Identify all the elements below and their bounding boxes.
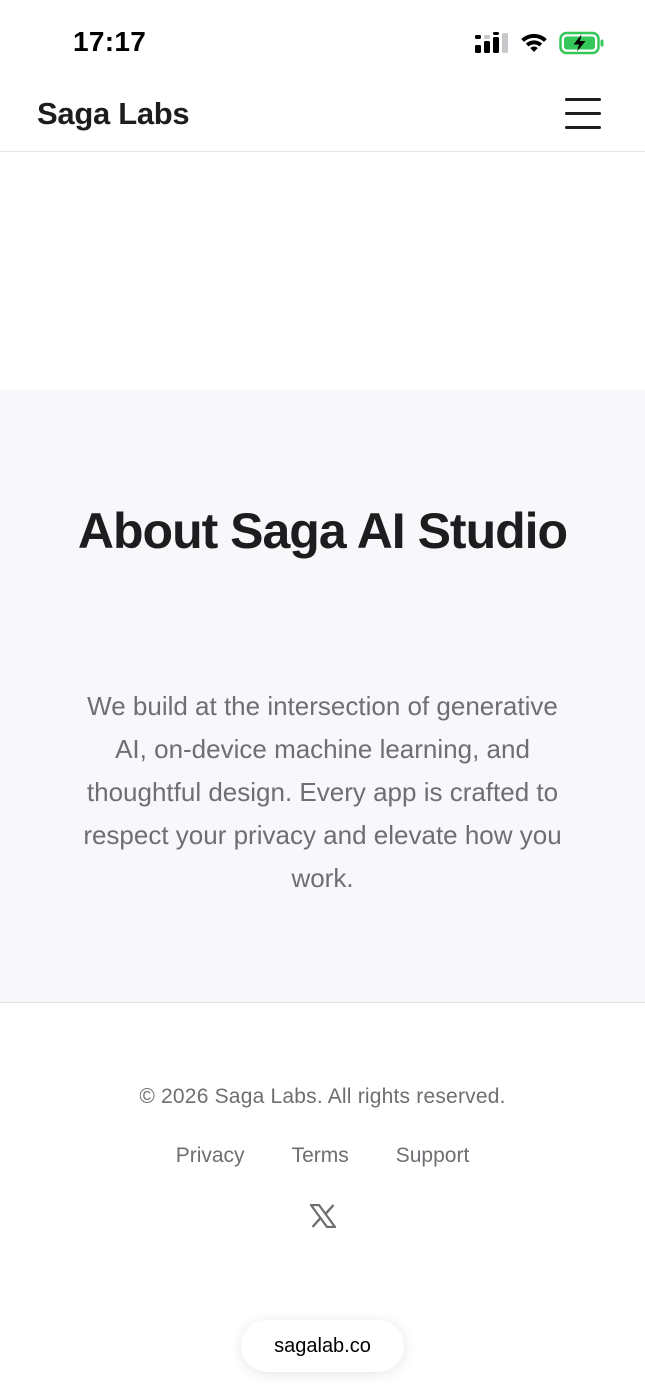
wifi-icon (519, 32, 549, 54)
hamburger-menu-icon[interactable] (564, 98, 602, 130)
footer-link-privacy[interactable]: Privacy (176, 1144, 245, 1168)
menu-line (565, 126, 601, 129)
footer-links: Privacy Terms Support (0, 1144, 645, 1168)
brand-logo-text[interactable]: Saga Labs (37, 96, 190, 132)
x-logo-icon[interactable] (308, 1203, 338, 1232)
copyright-text: © 2026 Saga Labs. All rights reserved. (139, 1085, 506, 1108)
menu-line (565, 98, 601, 101)
footer-link-terms[interactable]: Terms (292, 1144, 349, 1168)
browser-address-pill[interactable]: sagalab.co (241, 1320, 404, 1372)
status-icons (475, 30, 605, 56)
status-time: 17:17 (73, 26, 147, 57)
about-section: About Saga AI Studio We build at the int… (0, 390, 645, 1003)
menu-line (565, 112, 601, 115)
status-bar: 17:17 (0, 0, 645, 80)
page: 17:17 Saga Labs About Saga AI Studio We … (0, 0, 645, 1396)
about-description: We build at the intersection of generati… (83, 691, 562, 893)
footer-link-support[interactable]: Support (396, 1144, 470, 1168)
site-header: Saga Labs (0, 80, 645, 152)
about-title: About Saga AI Studio (77, 503, 568, 559)
battery-charging-icon (559, 31, 605, 55)
cellular-signal-icon (475, 32, 509, 54)
